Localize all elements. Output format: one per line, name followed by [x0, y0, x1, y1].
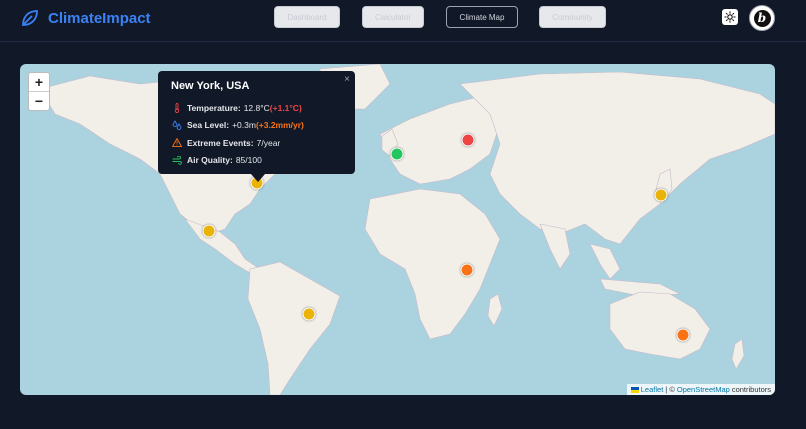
brand[interactable]: ClimateImpact [20, 8, 151, 28]
temperature-value: 12.8°C [243, 102, 270, 113]
nav-community[interactable]: Community [539, 6, 606, 28]
nav-calculator[interactable]: Calculator [362, 6, 424, 28]
wind-icon [171, 155, 183, 165]
brand-name: ClimateImpact [48, 9, 151, 27]
temperature-label: Temperature: [187, 102, 241, 113]
marker-london[interactable] [390, 147, 404, 161]
nav-climate-map[interactable]: Climate Map [446, 6, 518, 28]
extreme-events-value: 7/year [256, 137, 281, 148]
zoom-out-button[interactable]: − [29, 91, 49, 110]
ukraine-flag-icon [630, 386, 639, 393]
nav-dashboard[interactable]: Dashboard [274, 6, 340, 28]
zoom-in-button[interactable]: + [29, 73, 49, 91]
marker-mexico-city[interactable] [202, 224, 216, 238]
openstreetmap-link[interactable]: OpenStreetMap [677, 385, 730, 394]
air-quality-value: 85/100 [235, 155, 262, 166]
sea-level-row: Sea Level: +0.3m (+3.2mm/yr) [171, 117, 342, 135]
warning-triangle-icon [171, 138, 183, 148]
sea-level-change: (+3.2mm/yr) [255, 120, 304, 131]
air-quality-label: Air Quality: [187, 155, 233, 166]
popup-pointer [251, 174, 265, 182]
air-quality-row: Air Quality: 85/100 [171, 152, 342, 170]
temperature-row: Temperature: 12.8°C (+1.1°C) [171, 99, 342, 117]
extreme-events-label: Extreme Events: [187, 137, 254, 148]
map-attribution: Leaflet | © OpenStreetMap contributors [626, 384, 775, 395]
leaflet-link[interactable]: Leaflet [641, 385, 664, 394]
world-basemap [39, 64, 775, 395]
sun-icon [724, 11, 736, 23]
sea-level-value: +0.3m [232, 120, 256, 131]
zoom-control: + − [28, 72, 50, 111]
marker-tokyo[interactable] [654, 188, 668, 202]
thermometer-icon [171, 102, 183, 113]
leaf-icon [22, 10, 38, 26]
droplets-icon [171, 120, 183, 131]
theme-toggle-button[interactable] [722, 9, 738, 25]
sea-level-label: Sea Level: [187, 120, 230, 131]
climate-map[interactable]: + − Leaflet | © OpenStreetMap contributo… [20, 64, 775, 395]
extreme-events-row: Extreme Events: 7/year [171, 134, 342, 152]
top-navbar: ClimateImpact Dashboard Calculator Clima… [0, 0, 806, 42]
attribution-contributors: contributors [731, 385, 771, 394]
avatar-letter: b [753, 9, 771, 27]
attribution-separator: | © [665, 385, 675, 394]
temperature-change: (+1.1°C) [269, 102, 302, 113]
popup-title: New York, USA [171, 80, 250, 92]
city-popup: × New York, USA Temperature: 12.8°C (+1.… [158, 71, 355, 174]
marker-sao-paulo[interactable] [302, 307, 316, 321]
marker-nairobi[interactable] [460, 263, 474, 277]
marker-sydney[interactable] [676, 328, 690, 342]
user-avatar[interactable]: b [749, 5, 775, 31]
marker-moscow[interactable] [461, 133, 475, 147]
popup-close-button[interactable]: × [344, 74, 350, 85]
